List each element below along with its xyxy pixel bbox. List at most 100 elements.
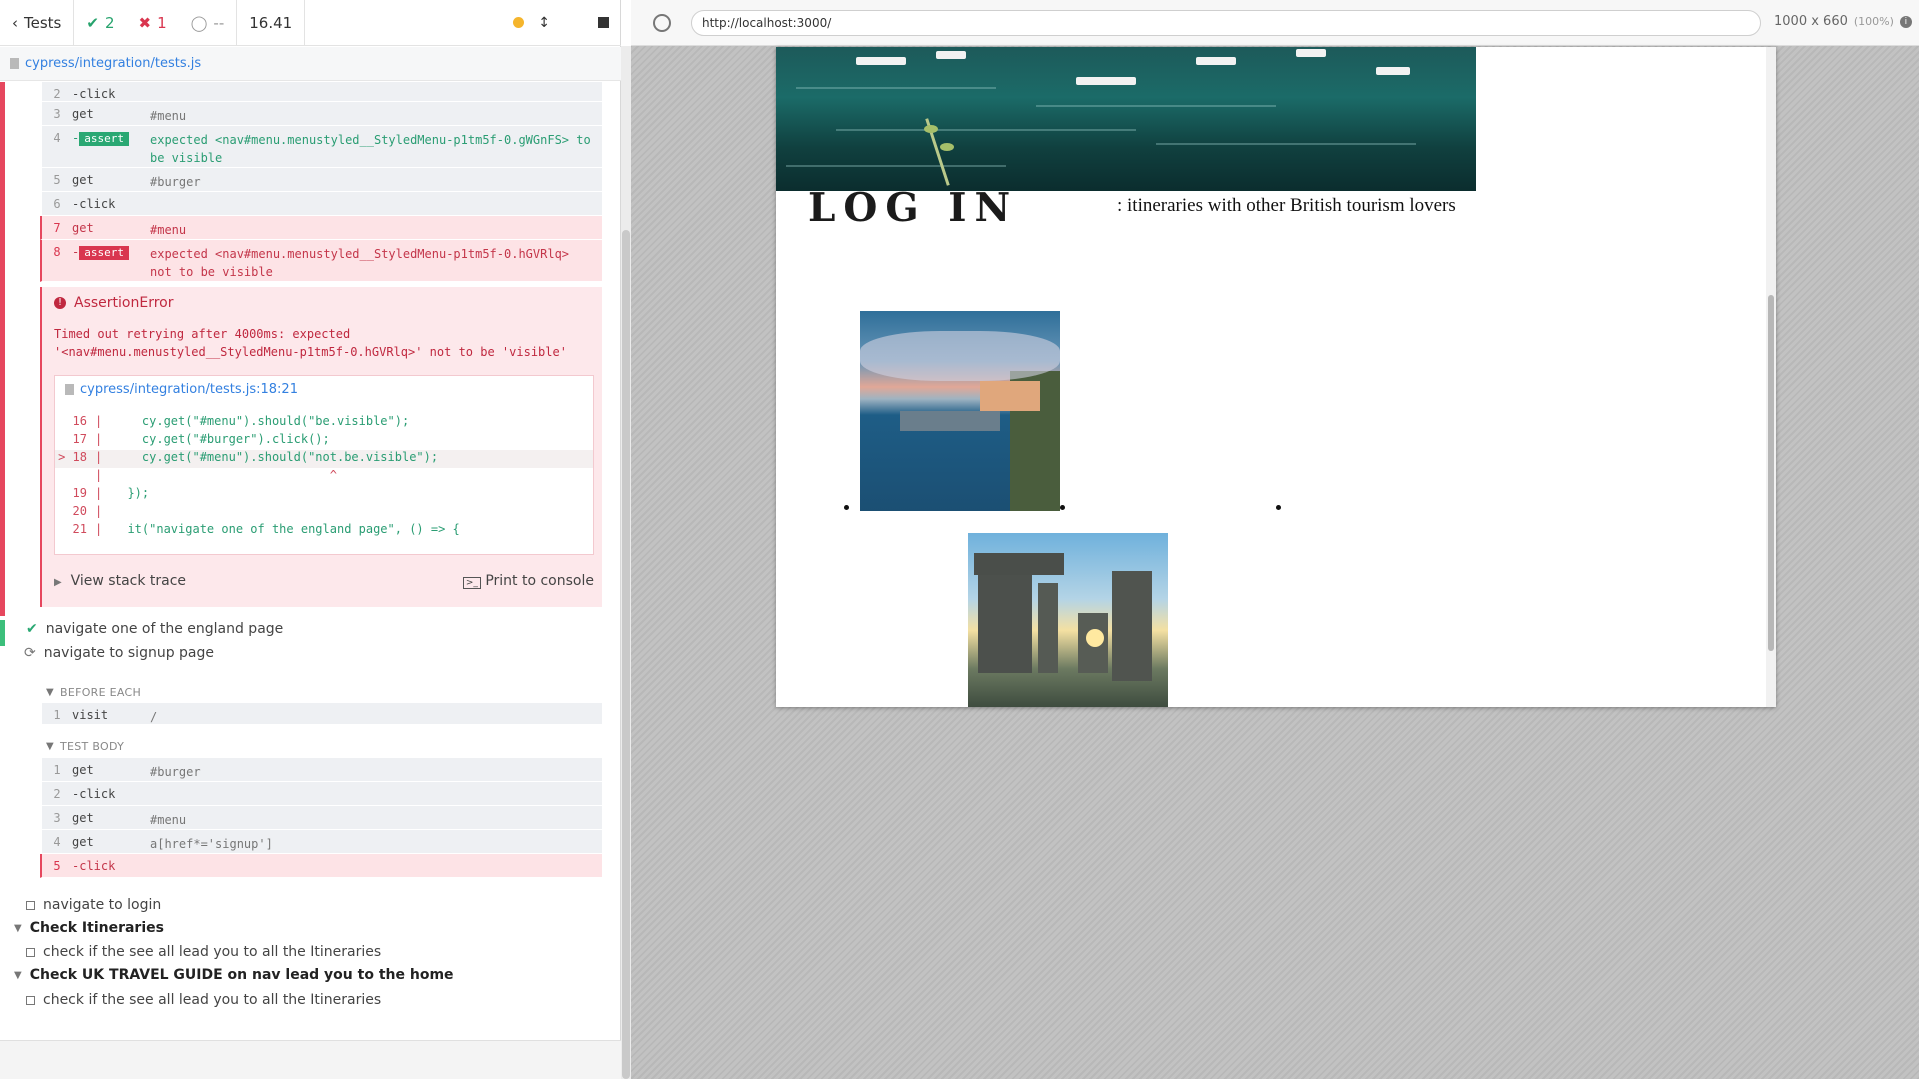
command-row[interactable]: 1 get #burger — [42, 758, 602, 782]
viewport-info: 1000 x 660 (100%) i — [1774, 14, 1912, 29]
login-heading: LOG IN — [808, 185, 1019, 231]
test-login[interactable]: navigate to login — [26, 897, 161, 913]
code-file-path[interactable]: cypress/integration/tests.js:18:21 — [80, 382, 298, 397]
check-icon: ✔ — [26, 621, 38, 637]
suite-title[interactable]: Check Itineraries — [30, 920, 164, 936]
command-row-assert-failed[interactable]: 8 - assert expected <nav#menu.menustyled_… — [40, 240, 602, 282]
tenby-image[interactable] — [860, 311, 1060, 511]
refresh-icon: ⟳ — [24, 645, 36, 661]
reporter-body: 2 -click 3 get #menu 4 - assert expected … — [0, 82, 621, 1040]
command-name: get — [72, 763, 94, 777]
command-message — [150, 82, 602, 92]
stonehenge-image[interactable] — [968, 533, 1168, 707]
stop-button[interactable] — [598, 17, 609, 28]
assert-badge: assert — [79, 132, 129, 146]
view-stack-trace-label[interactable]: View stack trace — [71, 573, 186, 589]
test-title[interactable]: navigate to login — [43, 897, 161, 913]
app-scrollbar-thumb[interactable] — [1768, 295, 1774, 651]
command-row[interactable]: 3 get #menu — [42, 102, 602, 126]
code-frame-file-link[interactable]: cypress/integration/tests.js:18:21 — [65, 382, 298, 397]
test-england[interactable]: ✔ navigate one of the england page — [26, 621, 283, 637]
command-row-failed[interactable]: 5 -click — [40, 854, 602, 878]
file-icon — [10, 58, 19, 69]
command-row[interactable]: 2 -click — [42, 82, 602, 102]
test-title[interactable]: navigate one of the england page — [46, 621, 284, 637]
code-line: 21 | it("navigate one of the england page… — [72, 522, 460, 536]
command-number: 5 — [53, 859, 61, 873]
back-to-tests-button[interactable]: ‹ Tests — [0, 0, 75, 45]
test-itineraries[interactable]: check if the see all lead you to all the… — [26, 944, 381, 960]
command-row[interactable]: 5 get #burger — [42, 168, 602, 192]
command-number: 4 — [53, 835, 61, 849]
reporter-scrollbar-thumb[interactable] — [622, 230, 630, 1079]
code-line-caret: | ^ — [95, 468, 337, 482]
test-title[interactable]: navigate to signup page — [44, 645, 214, 661]
command-row[interactable]: 4 get a[href*='signup'] — [42, 830, 602, 854]
command-name: - assert — [72, 126, 150, 146]
spec-file-path[interactable]: cypress/integration/tests.js — [25, 56, 201, 71]
suite-itineraries[interactable]: ▼ Check Itineraries — [14, 920, 164, 936]
code-line: 20 | — [72, 504, 103, 518]
command-row[interactable]: 1 visit / — [42, 703, 602, 725]
command-name: get — [72, 173, 94, 187]
test-title[interactable]: check if the see all lead you to all the… — [43, 944, 381, 960]
duration-value: 16.41 — [249, 13, 293, 32]
duration: 16.41 — [237, 0, 306, 45]
list-bullet — [844, 505, 849, 510]
assert-badge: assert — [79, 246, 129, 260]
running-indicator-icon — [513, 17, 525, 28]
error-message-line: '<nav#menu.menustyled__StyledMenu-p1tm5f… — [54, 345, 567, 359]
command-number: 8 — [53, 245, 61, 259]
error-title: ! AssertionError — [54, 295, 173, 311]
code-line: 19 | }); — [72, 486, 150, 500]
command-number: 2 — [53, 787, 61, 801]
url-bar[interactable]: http://localhost:3000/ — [691, 10, 1761, 36]
url-text: http://localhost:3000/ — [702, 16, 832, 30]
code-line: 16 | cy.get("#menu").should("be.visible")… — [72, 414, 410, 428]
test-nav[interactable]: check if the see all lead you to all the… — [26, 992, 381, 1008]
command-message: / — [150, 710, 158, 724]
selector-playground-icon[interactable] — [653, 14, 671, 32]
error-message: Timed out retrying after 4000ms: expecte… — [54, 325, 594, 361]
code-frame: cypress/integration/tests.js:18:21 16 | c… — [54, 375, 594, 555]
print-to-console-button[interactable]: >_ Print to console — [462, 573, 594, 589]
pending-icon: ◯ — [190, 13, 208, 32]
command-message — [150, 854, 602, 864]
command-name: get — [72, 107, 94, 121]
print-to-console-label[interactable]: Print to console — [485, 573, 594, 589]
test-title[interactable]: check if the see all lead you to all the… — [43, 992, 381, 1008]
command-number: 7 — [53, 221, 61, 235]
command-name: get — [72, 835, 94, 849]
command-row[interactable]: 3 get #menu — [42, 806, 602, 830]
auto-scroll-toggle-icon[interactable]: ↕ — [538, 15, 550, 31]
command-name: get — [72, 811, 94, 825]
error-footer: ▶ View stack trace >_ Print to console — [54, 573, 594, 589]
run-controls: ↕ — [501, 0, 621, 45]
info-icon[interactable]: i — [1899, 15, 1912, 28]
command-message: expected <nav#menu.menustyled__StyledMen… — [150, 247, 570, 279]
pending-number: -- — [213, 13, 225, 32]
command-row[interactable]: 6 -click — [42, 192, 602, 216]
command-number: 3 — [53, 811, 61, 825]
test-body-hook[interactable]: ▼ TEST BODY — [46, 740, 124, 753]
back-label: Tests — [24, 13, 62, 32]
check-icon: ✔ — [86, 13, 99, 32]
reporter-footer — [0, 1040, 621, 1079]
test-reporter: ‹ Tests ✔ 2 ✖ 1 ◯ -- 16.41 ↕ cypress/int… — [0, 0, 621, 1079]
list-bullet — [1060, 505, 1065, 510]
test-signup[interactable]: ⟳ navigate to signup page — [24, 645, 214, 661]
error-title-text: AssertionError — [74, 295, 174, 311]
suite-title[interactable]: Check UK TRAVEL GUIDE on nav lead you to… — [30, 967, 454, 983]
view-stack-trace-button[interactable]: ▶ View stack trace — [54, 573, 186, 589]
spec-file-bar[interactable]: cypress/integration/tests.js — [0, 47, 621, 81]
suite-nav[interactable]: ▼ Check UK TRAVEL GUIDE on nav lead you … — [14, 967, 454, 983]
passed-count: ✔ 2 ✖ 1 ◯ -- — [74, 0, 238, 45]
command-row-assert[interactable]: 4 - assert expected <nav#menu.menustyled_… — [42, 126, 602, 168]
viewport-size: 1000 x 660 — [1774, 14, 1848, 29]
command-row-failed[interactable]: 7 get #menu — [40, 216, 602, 240]
before-each-hook[interactable]: ▼ BEFORE EACH — [46, 686, 141, 699]
caret-down-icon: ▼ — [14, 922, 22, 934]
passed-number: 2 — [104, 13, 115, 32]
command-row[interactable]: 2 -click — [42, 782, 602, 806]
command-number: 3 — [53, 107, 61, 121]
